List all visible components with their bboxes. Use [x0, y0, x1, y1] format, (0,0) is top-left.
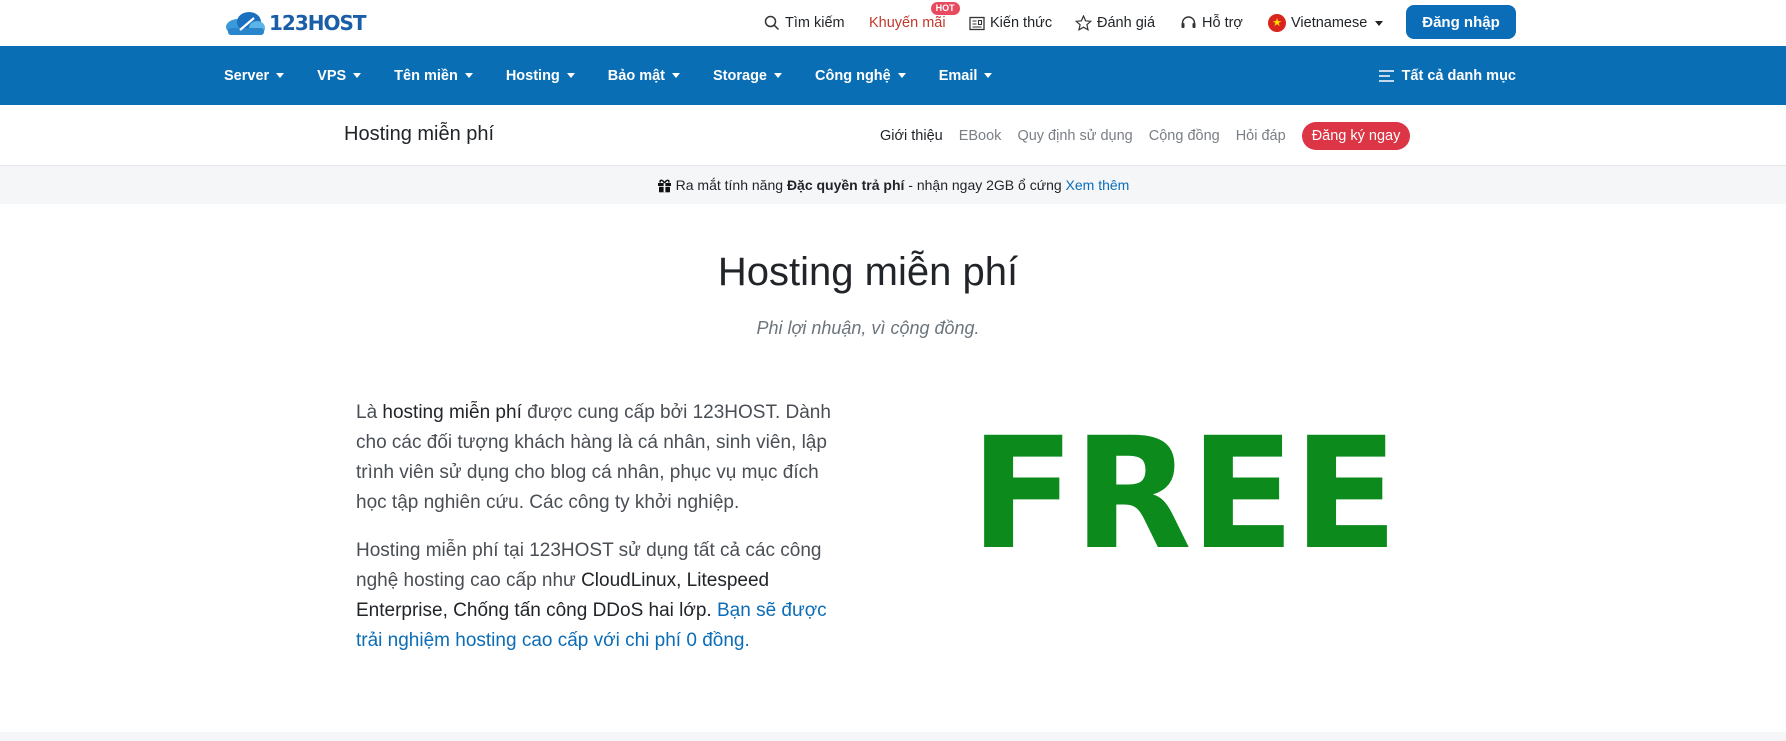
intro-paragraph-1: Là hosting miễn phí được cung cấp bởi 12… [356, 402, 831, 513]
support-link[interactable]: Hỗ trợ [1180, 0, 1243, 46]
nav-item-server[interactable]: Server [224, 68, 285, 84]
subnav-link-faq[interactable]: Hỏi đáp [1236, 128, 1286, 144]
support-label: Hỗ trợ [1202, 15, 1243, 31]
subnav-link-intro[interactable]: Giới thiệu [880, 128, 943, 144]
chevron-down-icon [566, 73, 575, 78]
login-button[interactable]: Đăng nhập [1406, 5, 1516, 39]
chevron-down-icon [774, 73, 783, 78]
top-bar: 123HOST Tìm kiếm Khuyến mãi HOT Kiến thứ… [0, 0, 1786, 46]
nav-item-security[interactable]: Bảo mật [608, 68, 681, 84]
nav-item-storage[interactable]: Storage [713, 68, 783, 84]
search-link[interactable]: Tìm kiếm [764, 0, 845, 46]
page-title: Hosting miễn phí [717, 250, 1019, 294]
cloud-logo-icon [226, 12, 265, 35]
nav-item-hosting[interactable]: Hosting [506, 68, 575, 84]
headset-icon [1181, 16, 1196, 28]
newspaper-icon [969, 16, 985, 30]
review-label: Đánh giá [1097, 15, 1156, 31]
chevron-down-icon [897, 73, 906, 78]
review-link[interactable]: Đánh giá [1075, 0, 1155, 46]
subnav-link-community[interactable]: Cộng đồng [1149, 128, 1220, 144]
page-subtitle: Phi lợi nhuận, vì cộng đồng. [756, 318, 980, 338]
subnav-title: Hosting miễn phí [344, 123, 495, 145]
language-label: Vietnamese [1291, 15, 1368, 31]
intro-paragraph-2: Hosting miễn phí tại 123HOST sử dụng tất… [356, 540, 827, 651]
nav-item-vps[interactable]: VPS [317, 68, 362, 84]
chevron-down-icon [276, 73, 285, 78]
chevron-down-icon [984, 73, 993, 78]
knowledge-link[interactable]: Kiến thức [969, 0, 1052, 46]
main-nav: Server VPS Tên miền Hosting Bảo mật Stor… [0, 46, 1786, 105]
announcement-bar: Ra mắt tính năng Đặc quyền trả phí - nhậ… [0, 166, 1786, 204]
chevron-down-icon [1375, 20, 1384, 26]
chevron-down-icon [672, 73, 681, 78]
vietnam-flag-icon: ★ [1268, 14, 1286, 32]
nav-item-email[interactable]: Email [939, 68, 993, 84]
nav-item-domain[interactable]: Tên miền [394, 68, 473, 84]
list-icon [1378, 69, 1394, 82]
chevron-down-icon [353, 73, 362, 78]
announcement-highlight: Đặc quyền trả phí [786, 177, 905, 193]
gift-icon [657, 179, 671, 192]
chevron-down-icon [464, 73, 473, 78]
subnav-link-terms[interactable]: Quy định sử dụng [1017, 128, 1132, 144]
promo-label: Khuyến mãi [869, 15, 946, 31]
search-label: Tìm kiếm [785, 15, 845, 31]
subnav-link-ebook[interactable]: EBook [959, 128, 1002, 144]
brand-logo-text: 123HOST [269, 11, 367, 35]
knowledge-label: Kiến thức [990, 15, 1053, 31]
search-icon [764, 15, 780, 31]
promo-link[interactable]: Khuyến mãi HOT [869, 0, 960, 46]
all-categories-button[interactable]: Tất cả danh mục [1378, 46, 1516, 105]
nav-item-technology[interactable]: Công nghệ [815, 68, 906, 84]
intro-text: Là hosting miễn phí được cung cấp bởi 12… [356, 398, 836, 674]
register-now-button[interactable]: Đăng ký ngay [1301, 121, 1411, 150]
free-graphic: FREE [970, 405, 1398, 584]
highlight-free-hosting: hosting miễn phí [382, 402, 522, 423]
sub-nav: Hosting miễn phí Giới thiệu EBook Quy đị… [0, 105, 1786, 166]
brand-logo[interactable]: 123HOST [224, 8, 367, 38]
announcement-prefix: Ra mắt tính năng [675, 177, 784, 193]
hot-badge: HOT [930, 2, 960, 15]
star-icon [1075, 15, 1092, 31]
section-divider [0, 732, 1786, 741]
see-more-link[interactable]: Xem thêm [1066, 177, 1130, 193]
all-categories-label: Tất cả danh mục [1401, 67, 1516, 84]
language-selector[interactable]: ★ Vietnamese [1268, 0, 1384, 46]
announcement-suffix: - nhận ngay 2GB ổ cứng [908, 177, 1062, 193]
